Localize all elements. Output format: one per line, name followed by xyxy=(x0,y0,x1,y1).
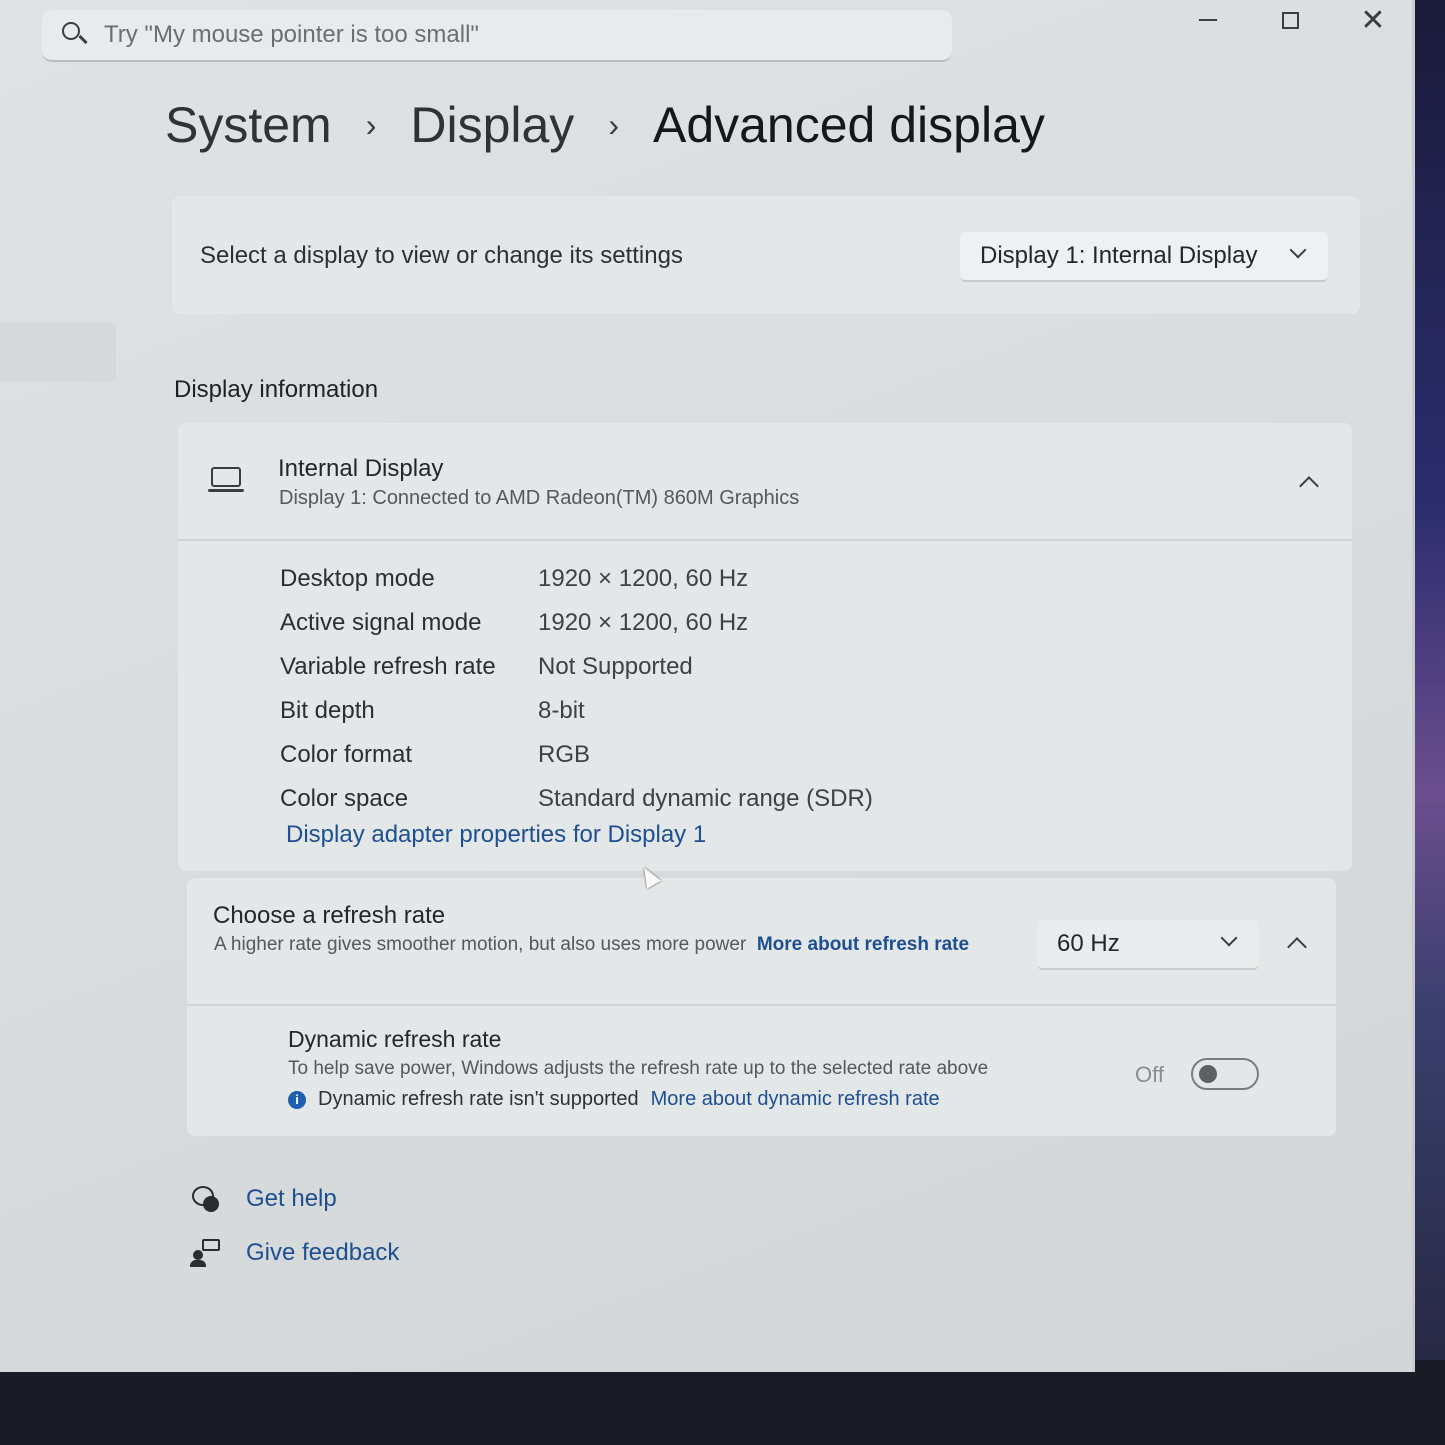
sidebar-selected-item[interactable] xyxy=(0,322,116,382)
more-about-refresh-rate-link[interactable]: More about refresh rate xyxy=(757,934,969,955)
breadcrumb-display[interactable]: Display xyxy=(410,96,574,154)
chevron-down-icon xyxy=(1289,241,1307,259)
info-value: Standard dynamic range (SDR) xyxy=(538,785,873,812)
info-value: RGB xyxy=(538,741,591,768)
breadcrumb-system[interactable]: System xyxy=(165,96,332,154)
chevron-up-icon[interactable] xyxy=(1287,937,1307,957)
display-information-card: Internal Display Display 1: Connected to… xyxy=(178,423,1352,871)
refresh-rate-header: Choose a refresh rate A higher rate give… xyxy=(187,878,1336,1006)
search-box[interactable] xyxy=(42,10,952,62)
info-key: Color space xyxy=(280,785,409,812)
display-information-heading: Display information xyxy=(174,376,379,403)
dynamic-refresh-toggle-label: Off xyxy=(1135,1062,1164,1087)
refresh-rate-description-text: A higher rate gives smoother motion, but… xyxy=(214,934,747,955)
display-adapter-properties-link[interactable]: Display adapter properties for Display 1 xyxy=(286,821,706,849)
display-selector-label: Select a display to view or change its s… xyxy=(200,242,683,269)
breadcrumb-separator: › xyxy=(365,106,377,143)
help-icon xyxy=(190,1184,220,1214)
info-icon: i xyxy=(288,1090,306,1109)
desk-surface xyxy=(0,1360,1445,1445)
give-feedback-label: Give feedback xyxy=(246,1239,400,1266)
breadcrumb: System › Display › Advanced display xyxy=(165,96,1045,154)
dynamic-refresh-rate-note: i Dynamic refresh rate isn't supported M… xyxy=(288,1088,940,1111)
info-key: Bit depth xyxy=(280,697,375,724)
dynamic-refresh-rate-description: To help save power, Windows adjusts the … xyxy=(288,1058,989,1079)
info-row: Active signal mode 1920 × 1200, 60 Hz xyxy=(280,601,873,645)
display-info-header[interactable]: Internal Display Display 1: Connected to… xyxy=(178,423,1352,541)
close-icon: ✕ xyxy=(1360,3,1386,37)
info-row: Color format RGB xyxy=(280,733,873,777)
dynamic-refresh-rate-title: Dynamic refresh rate xyxy=(288,1026,502,1052)
display-selector-card: Select a display to view or change its s… xyxy=(172,196,1360,314)
maximize-icon xyxy=(1281,11,1299,29)
display-connection: Display 1: Connected to AMD Radeon(TM) 8… xyxy=(279,487,800,509)
display-select-value: Display 1: Internal Display xyxy=(980,242,1258,269)
give-feedback-link[interactable]: Give feedback xyxy=(190,1238,399,1268)
info-value: 8-bit xyxy=(538,697,585,724)
info-row: Desktop mode 1920 × 1200, 60 Hz xyxy=(280,557,873,601)
refresh-rate-card: Choose a refresh rate A higher rate give… xyxy=(187,878,1336,1136)
info-row: Variable refresh rate Not Supported xyxy=(280,645,873,689)
info-key: Active signal mode xyxy=(280,609,482,636)
close-button[interactable]: ✕ xyxy=(1333,0,1413,40)
info-value: 1920 × 1200, 60 Hz xyxy=(538,609,749,636)
refresh-rate-value: 60 Hz xyxy=(1057,930,1120,957)
refresh-rate-description: A higher rate gives smoother motion, but… xyxy=(214,932,1014,958)
display-info-rows: Desktop mode 1920 × 1200, 60 Hz Active si… xyxy=(280,557,873,821)
maximize-button[interactable] xyxy=(1250,0,1330,40)
more-about-dynamic-refresh-link[interactable]: More about dynamic refresh rate xyxy=(651,1088,940,1111)
get-help-label: Get help xyxy=(246,1185,337,1212)
info-key: Color format xyxy=(280,741,413,768)
laptop-icon xyxy=(208,467,244,497)
get-help-link[interactable]: Get help xyxy=(190,1184,337,1214)
page-title: Advanced display xyxy=(652,97,1045,153)
info-row: Color space Standard dynamic range (SDR) xyxy=(280,777,873,821)
search-icon xyxy=(60,18,94,52)
dynamic-refresh-unsupported-text: Dynamic refresh rate isn't supported xyxy=(318,1088,639,1110)
chevron-up-icon[interactable] xyxy=(1299,476,1319,496)
display-select-dropdown[interactable]: Display 1: Internal Display xyxy=(960,232,1328,282)
search-input[interactable] xyxy=(104,21,904,49)
settings-window: ✕ System › Display › Advanced display Se… xyxy=(0,0,1415,1372)
dynamic-refresh-toggle[interactable] xyxy=(1191,1058,1259,1090)
feedback-icon xyxy=(190,1238,220,1268)
info-value: 1920 × 1200, 60 Hz xyxy=(538,565,749,592)
info-key: Desktop mode xyxy=(280,565,435,592)
info-row: Bit depth 8-bit xyxy=(280,689,873,733)
display-name: Internal Display xyxy=(278,455,444,482)
chevron-down-icon xyxy=(1220,929,1238,947)
info-value: Not Supported xyxy=(538,653,693,680)
refresh-rate-dropdown[interactable]: 60 Hz xyxy=(1037,920,1259,970)
toggle-knob xyxy=(1199,1065,1217,1083)
refresh-rate-title: Choose a refresh rate xyxy=(213,902,446,929)
info-key: Variable refresh rate xyxy=(280,653,496,680)
minimize-button[interactable] xyxy=(1168,0,1248,40)
breadcrumb-separator: › xyxy=(608,106,619,143)
minimize-icon xyxy=(1199,19,1217,21)
